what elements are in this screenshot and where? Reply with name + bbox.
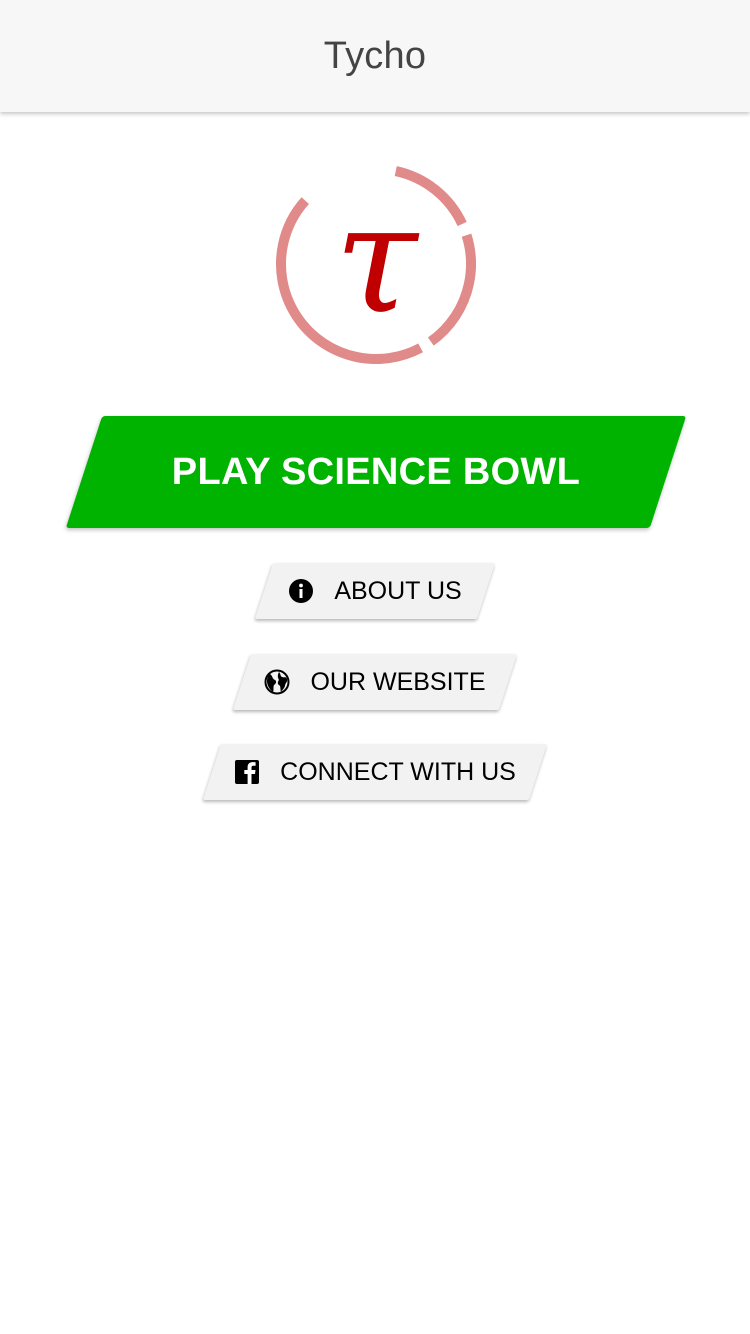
tycho-logo: τ bbox=[276, 164, 476, 364]
about-us-button[interactable]: ABOUT US bbox=[254, 563, 496, 619]
our-website-label: OUR WEBSITE bbox=[310, 667, 486, 696]
facebook-icon bbox=[234, 759, 260, 785]
play-science-bowl-button[interactable] bbox=[65, 416, 687, 528]
globe-icon bbox=[264, 669, 290, 695]
about-us-label: ABOUT US bbox=[334, 576, 462, 605]
connect-with-us-label: CONNECT WITH US bbox=[280, 757, 516, 786]
tau-glyph: τ bbox=[335, 173, 420, 347]
info-icon bbox=[288, 578, 314, 604]
app-title: Tycho bbox=[323, 34, 427, 77]
app-header: Tycho bbox=[0, 0, 750, 112]
connect-with-us-button[interactable]: CONNECT WITH US bbox=[202, 744, 548, 800]
our-website-button[interactable]: OUR WEBSITE bbox=[232, 654, 518, 710]
